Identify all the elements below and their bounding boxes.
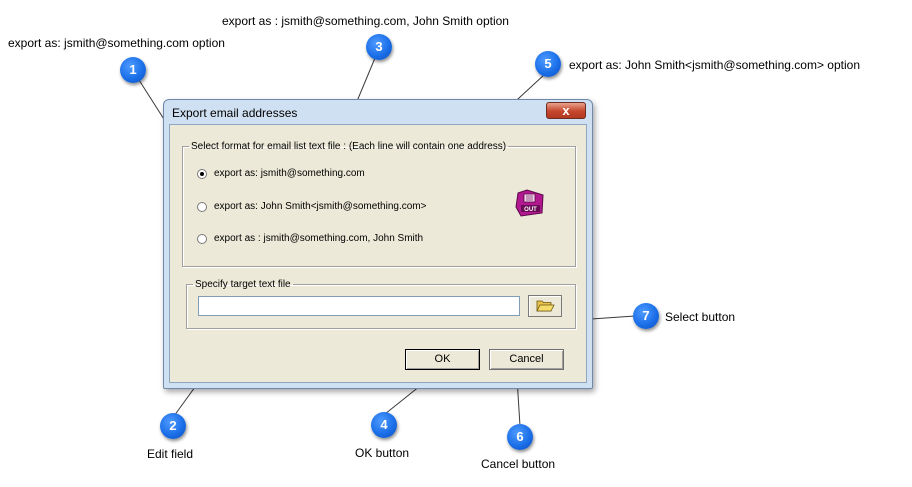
svg-text:OUT: OUT (524, 207, 537, 213)
option-name-email[interactable]: export as: John Smith<jsmith@something.c… (197, 201, 426, 212)
option-email-name[interactable]: export as : jsmith@something.com, John S… (197, 233, 423, 244)
close-icon: x (562, 103, 570, 118)
dialog-client-area: Select format for email list text file :… (169, 124, 587, 383)
callout-badge-5: 5 (535, 51, 561, 77)
callout-3-text: export as : jsmith@something.com, John S… (222, 14, 509, 28)
callout-badge-3: 3 (366, 34, 392, 60)
callout-6-text: Cancel button (481, 457, 556, 471)
callout-4-text: OK button (355, 446, 410, 460)
target-file-legend: Specify target text file (195, 279, 291, 290)
export-email-dialog: Export email addresses x Select format f… (163, 99, 593, 389)
radio-email-name[interactable] (197, 233, 207, 244)
cancel-button[interactable]: Cancel (489, 349, 564, 370)
callout-badge-6: 6 (507, 424, 533, 450)
option-name-email-label: export as: John Smith<jsmith@something.c… (214, 201, 427, 212)
callout-2-text: Edit field (147, 447, 194, 461)
callout-badge-4: 4 (371, 412, 397, 438)
option-email-name-label: export as : jsmith@something.com, John S… (214, 233, 424, 244)
callout-badge-2: 2 (160, 413, 186, 439)
callout-badge-7: 7 (633, 303, 659, 329)
format-group-legend: Select format for email list text file :… (191, 141, 507, 152)
select-file-button[interactable] (528, 295, 562, 317)
callout-5-text: export as: John Smith<jsmith@something.c… (569, 58, 860, 72)
dialog-title: Export email addresses (172, 106, 298, 120)
radio-name-email[interactable] (197, 201, 207, 212)
callout-7-text: Select button (665, 310, 736, 324)
dialog-titlebar[interactable]: Export email addresses x (164, 100, 592, 124)
callout-1-text: export as: jsmith@something.com option (8, 36, 225, 50)
ok-button[interactable]: OK (405, 349, 480, 370)
close-button[interactable]: x (546, 102, 586, 119)
target-file-input[interactable] (198, 296, 520, 316)
export-out-icon: OUT (515, 189, 544, 217)
radio-email-only[interactable] (197, 168, 207, 179)
callout-badge-1: 1 (120, 57, 146, 83)
option-email-only-label: export as: jsmith@something.com (214, 168, 365, 179)
option-email-only[interactable]: export as: jsmith@something.com (197, 168, 365, 179)
folder-open-icon (536, 300, 555, 312)
